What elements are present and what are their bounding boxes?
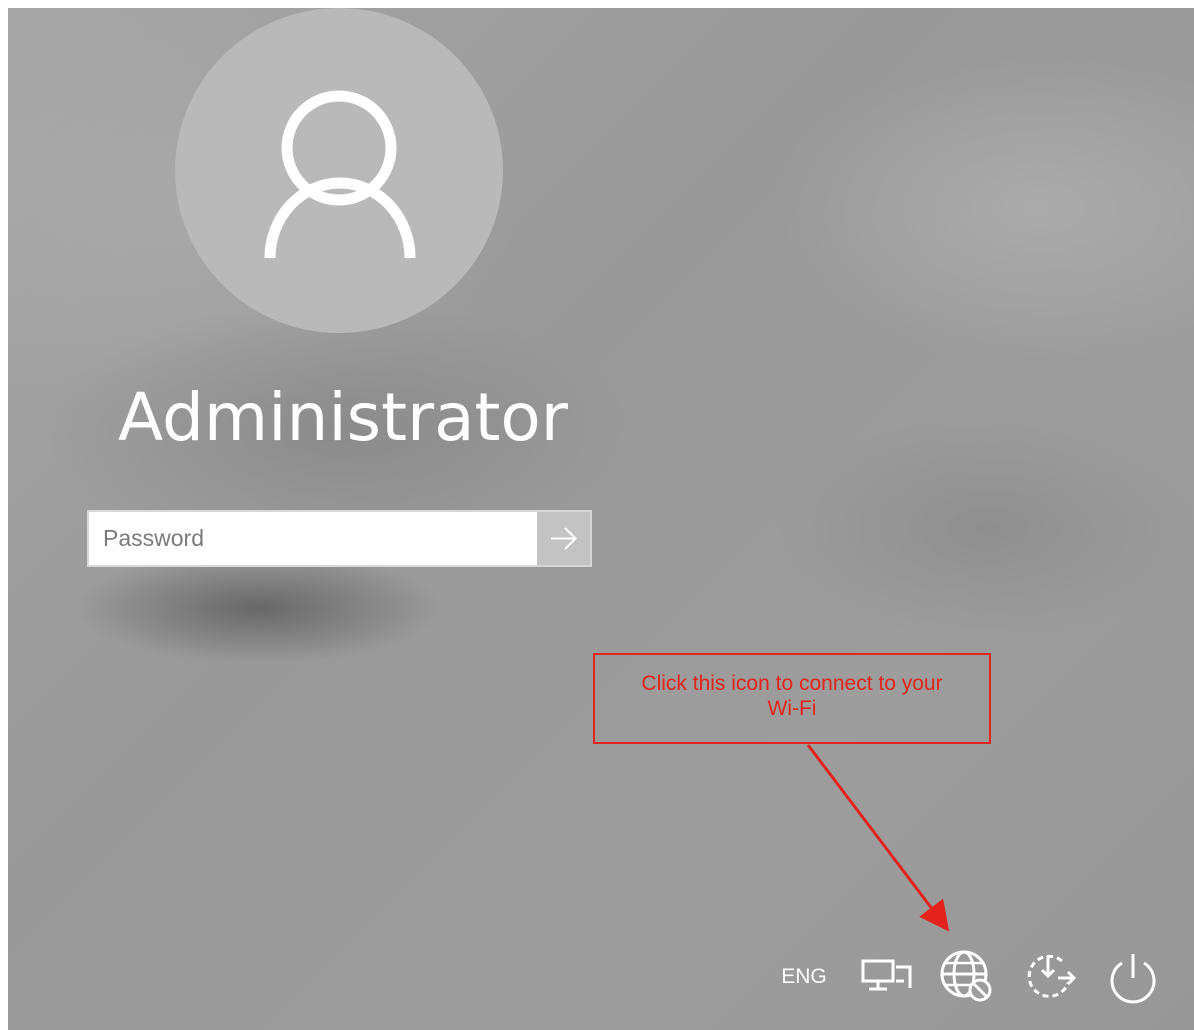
user-name: Administrator xyxy=(118,379,568,456)
network-icon xyxy=(940,950,992,1002)
callout-text-line1: Click this icon to connect to your xyxy=(641,672,943,695)
arrow-right-icon xyxy=(551,527,577,550)
user-avatar xyxy=(175,8,503,333)
language-button[interactable]: ENG xyxy=(776,960,832,994)
power-icon xyxy=(1110,954,1156,1004)
network-button[interactable] xyxy=(936,946,998,1008)
display-icon xyxy=(861,959,912,991)
power-button[interactable] xyxy=(1103,946,1163,1008)
submit-button[interactable] xyxy=(537,512,590,565)
callout-text-line2: Wi-Fi xyxy=(767,697,817,720)
password-input[interactable] xyxy=(89,512,537,565)
display-button[interactable] xyxy=(858,952,916,1000)
lock-screen: Administrator Click this icon to connect… xyxy=(8,8,1194,1030)
user-silhouette-icon xyxy=(264,90,416,259)
instruction-callout: Click this icon to connect to your Wi-Fi xyxy=(593,653,991,744)
ease-of-access-button[interactable] xyxy=(1020,948,1080,1006)
password-box xyxy=(87,510,592,567)
ease-of-access-icon xyxy=(1027,954,1077,998)
